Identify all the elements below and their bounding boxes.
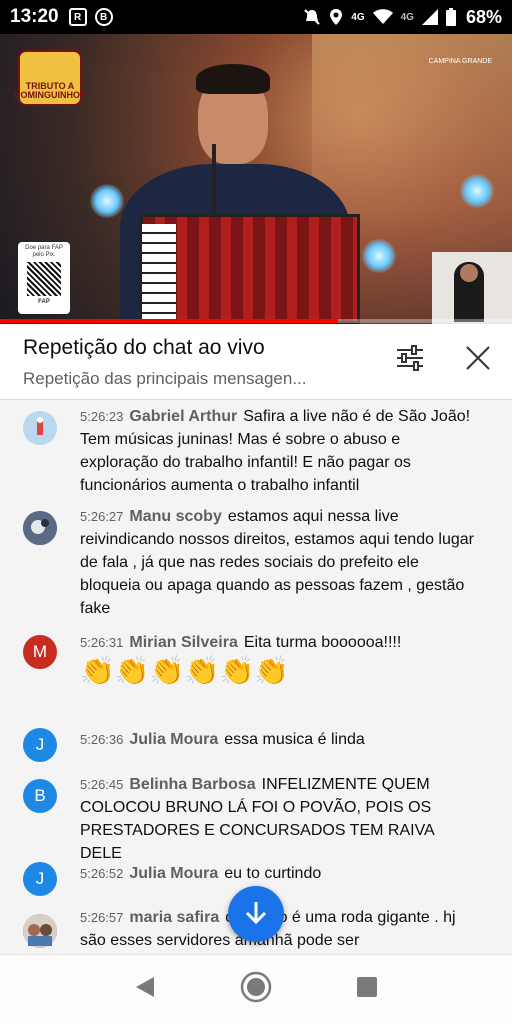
scroll-to-bottom-button[interactable]	[228, 886, 284, 942]
pix-donation-card: Doe para FAP pelo Pix. FAP	[18, 242, 70, 314]
stage-light	[460, 174, 494, 208]
message-timestamp: 5:26:52	[80, 866, 124, 881]
avatar-image	[23, 914, 57, 948]
message-timestamp: 5:26:36	[80, 732, 124, 747]
mute-icon	[303, 8, 321, 26]
message-text: Eita turma boooooa!!!!	[243, 634, 402, 651]
b-app-icon: B	[94, 8, 113, 26]
accordion-keys	[142, 224, 176, 324]
avatar[interactable]: J	[23, 862, 57, 896]
home-circle-icon	[240, 971, 272, 1008]
sponsor-logo: CAMPINA GRANDE	[429, 58, 492, 66]
battery-percent: 68%	[465, 6, 502, 27]
pix-card-text: Doe para FAP pelo Pix.	[25, 245, 63, 258]
video-player[interactable]: TRIBUTO A DOMINGUINHOS CAMPINA GRANDE Do…	[0, 34, 512, 324]
avatar-letter: J	[35, 735, 45, 754]
pix-card-brand: FAP	[38, 299, 50, 305]
status-indicators: 4G 4G 68%	[303, 7, 502, 28]
battery-icon	[445, 8, 456, 26]
status-bar: 13:20 R B 4G 4G 68%	[0, 0, 512, 34]
avatar[interactable]: J	[23, 728, 57, 762]
clapping-emojis: 👏👏👏👏👏👏	[80, 655, 290, 686]
message-body: 5:26:31 Mirian Silveira Eita turma boooooa…	[80, 631, 480, 688]
message-body: 5:26:23 Gabriel Arthur Safira a live não é…	[80, 405, 480, 497]
message-author[interactable]: Julia Moura	[129, 731, 218, 748]
avatar[interactable]	[23, 511, 57, 545]
recents-button[interactable]	[347, 970, 387, 1010]
video-progress-fill	[0, 319, 338, 323]
avatar-letter: M	[32, 642, 48, 661]
avatar-letter: B	[34, 786, 46, 805]
avatar[interactable]	[23, 411, 57, 445]
network-label-2: 4G	[400, 11, 414, 23]
recents-square-icon	[356, 976, 378, 1003]
message-author[interactable]: Manu scoby	[129, 508, 221, 525]
qr-code	[27, 262, 61, 296]
close-button[interactable]	[458, 340, 498, 380]
system-nav-bar	[0, 954, 512, 1024]
signal-icon	[421, 9, 438, 25]
message-body: 5:26:52 Julia Moura eu to curtindo	[80, 862, 480, 885]
message-author[interactable]: maria safira	[129, 909, 219, 926]
network-label: 4G	[351, 11, 365, 23]
message-text: essa musica é linda	[224, 731, 365, 748]
sliders-icon	[395, 344, 425, 376]
chat-subtitle[interactable]: Repetição das principais mensagen...	[23, 369, 363, 389]
video-progress-bar[interactable]	[0, 319, 512, 323]
avatar-letter: J	[35, 869, 45, 888]
stage-light	[362, 239, 396, 273]
message-author[interactable]: Julia Moura	[129, 865, 218, 882]
filter-button[interactable]	[390, 340, 430, 380]
message-body: 5:26:45 Belinha Barbosa INFELIZMENTE QUEM …	[80, 773, 480, 865]
message-timestamp: 5:26:27	[80, 509, 124, 524]
avatar[interactable]: M	[23, 635, 57, 669]
avatar[interactable]	[23, 914, 57, 948]
interpreter-face	[460, 264, 478, 282]
message-author[interactable]: Gabriel Arthur	[129, 408, 237, 425]
chat-message-list[interactable]: 5:26:23 Gabriel Arthur Safira a live não é…	[0, 401, 512, 953]
avatar[interactable]: B	[23, 779, 57, 813]
arrow-down-icon	[243, 899, 269, 930]
avatar-image	[23, 411, 57, 445]
message-timestamp: 5:26:31	[80, 635, 124, 650]
message-author[interactable]: Belinha Barbosa	[129, 776, 255, 793]
sponsor-text: CAMPINA GRANDE	[428, 58, 492, 65]
performer-hair	[196, 64, 270, 94]
wifi-icon	[372, 9, 393, 25]
location-icon	[329, 8, 343, 26]
chat-header: Repetição do chat ao vivo Repetição das …	[0, 324, 512, 400]
close-icon	[465, 345, 491, 376]
chat-title[interactable]: Repetição do chat ao vivo	[23, 336, 265, 360]
message-timestamp: 5:26:45	[80, 777, 124, 792]
status-time: 13:20	[10, 6, 59, 27]
stage-light	[90, 184, 124, 218]
event-logo-text: TRIBUTO A DOMINGUINHOS	[14, 81, 86, 100]
back-triangle-icon	[134, 975, 156, 1004]
event-logo: TRIBUTO A DOMINGUINHOS	[14, 50, 86, 106]
message-body: 5:26:36 Julia Moura essa musica é linda	[80, 728, 480, 751]
message-body: 5:26:27 Manu scoby estamos aqui nessa live…	[80, 505, 480, 620]
back-button[interactable]	[125, 970, 165, 1010]
sign-language-interpreter	[432, 252, 512, 324]
message-timestamp: 5:26:23	[80, 409, 124, 424]
home-button[interactable]	[236, 970, 276, 1010]
message-timestamp: 5:26:57	[80, 910, 124, 925]
message-author[interactable]: Mirian Silveira	[129, 634, 238, 651]
avatar-image	[23, 511, 57, 545]
message-text: eu to curtindo	[224, 865, 322, 882]
r-app-icon: R	[68, 8, 87, 26]
